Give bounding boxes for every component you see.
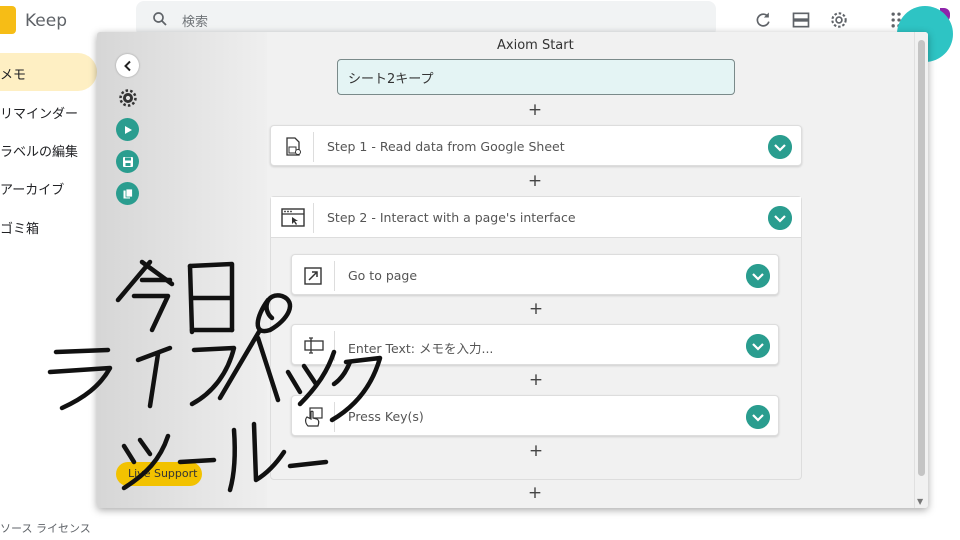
chevron-down-icon[interactable] [746,334,770,358]
list-view-icon[interactable] [791,10,811,30]
scrollbar[interactable]: ▼ [914,32,928,508]
add-step-button[interactable]: + [525,100,545,120]
divider [334,331,335,361]
save-icon [122,156,133,167]
settings-button[interactable] [116,86,139,109]
chevron-down-icon[interactable] [746,264,770,288]
back-button[interactable] [116,54,139,77]
chevron-left-icon [123,60,131,71]
screen: Keep 検索 メモ リマインダー ラベルの編集 アーカイブ ゴミ箱 ソース ラ… [0,0,960,540]
text-input-icon [304,337,324,354]
step-1-card[interactable]: Step 1 - Read data from Google Sheet [270,125,802,166]
sidebar-item-edit-labels[interactable]: ラベルの編集 [0,130,97,168]
step-2-label: Step 2 - Interact with a page's interfac… [327,210,576,225]
play-icon [124,125,132,134]
add-step-button[interactable]: + [525,171,545,191]
chevron-down-icon[interactable] [768,206,792,230]
substep-press-keys[interactable]: Press Key(s) [291,395,779,436]
scroll-down-icon[interactable]: ▼ [917,497,923,506]
copy-button[interactable] [116,182,139,205]
chevron-down-icon[interactable] [768,135,792,159]
settings-icon[interactable] [829,10,849,30]
axiom-panel: Axiom Start + Step 1 - Read data from Go… [97,32,928,508]
search-icon[interactable] [151,10,169,28]
add-substep-button[interactable]: + [526,441,546,461]
run-button[interactable] [116,118,139,141]
sidebar-item-reminders[interactable]: リマインダー [0,92,97,130]
save-button[interactable] [116,150,139,173]
axiom-title: Axiom Start [497,38,574,53]
step-2-container: Step 2 - Interact with a page's interfac… [270,196,802,480]
divider [313,203,314,233]
automation-name-input[interactable] [337,59,735,95]
footer-licenses[interactable]: ソース ライセンス [0,520,91,536]
copy-icon [123,188,133,198]
press-key-hand-icon [305,407,323,427]
sidebar-item-memo[interactable]: メモ [0,53,97,91]
scrollbar-thumb[interactable] [918,40,925,476]
substep-label: Enter Text: メモを入力... [348,341,494,356]
substep-enter-text[interactable]: Enter Text: メモを入力... [291,324,779,365]
open-link-icon [304,267,322,285]
chevron-down-icon[interactable] [746,405,770,429]
add-substep-button[interactable]: + [526,370,546,390]
add-substep-button[interactable]: + [526,299,546,319]
step-2-card[interactable]: Step 2 - Interact with a page's interfac… [271,197,801,238]
search-input[interactable]: 検索 [182,11,208,30]
sidebar-item-trash[interactable]: ゴミ箱 [0,207,97,245]
sheet-icon [286,137,301,156]
step-1-label: Step 1 - Read data from Google Sheet [327,139,565,154]
app-title: Keep [25,11,68,31]
browser-window-icon [281,208,305,227]
divider [334,261,335,291]
substep-label: Go to page [348,268,418,283]
sidebar-item-archive[interactable]: アーカイブ [0,168,97,206]
gear-icon [118,88,137,107]
substep-label: Press Key(s) [348,409,424,424]
substep-go-to-page[interactable]: Go to page [291,254,779,295]
refresh-icon[interactable] [753,10,773,30]
add-step-button[interactable]: + [525,483,545,503]
live-support-button[interactable]: Live Support [116,462,202,486]
keep-logo-icon [0,6,16,34]
divider [313,132,314,162]
divider [334,402,335,432]
